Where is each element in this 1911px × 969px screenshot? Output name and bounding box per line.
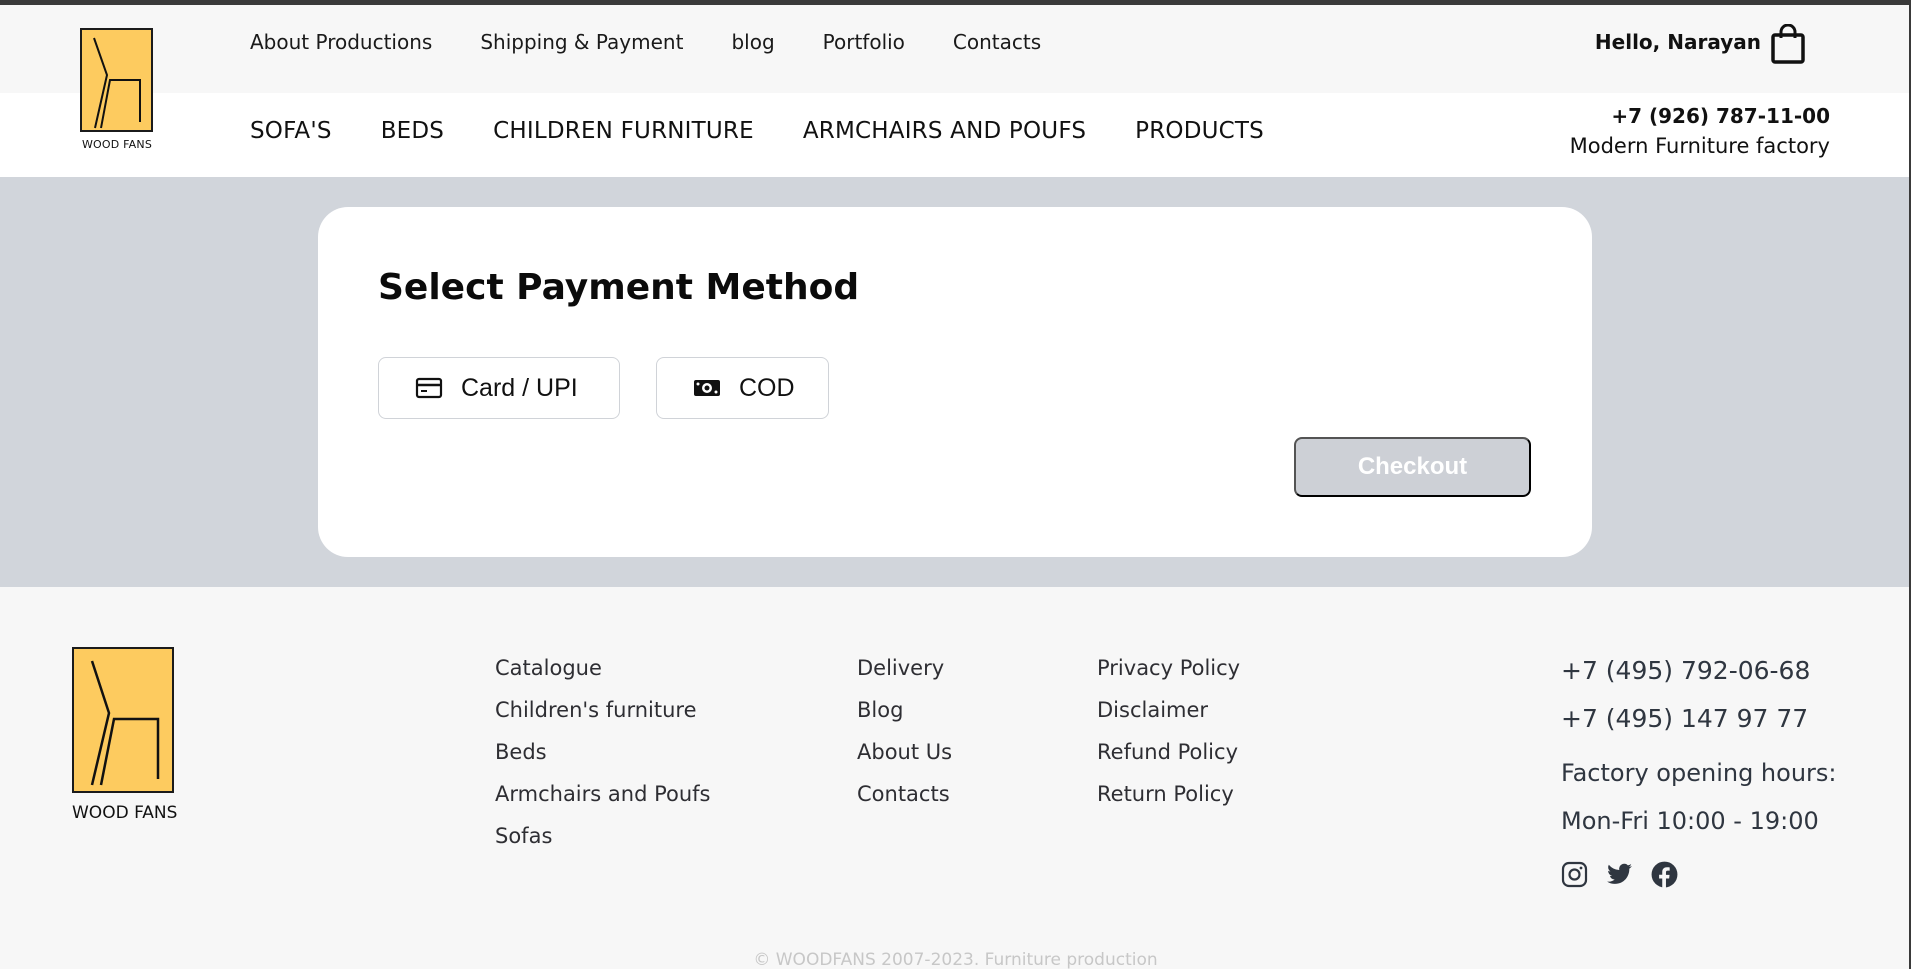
nav-blog[interactable]: blog [731, 30, 774, 54]
nav-shipping-payment[interactable]: Shipping & Payment [480, 30, 683, 54]
footer-link-childrens-furniture[interactable]: Children's furniture [495, 689, 711, 731]
header-logo[interactable]: WOOD FANS [80, 28, 154, 151]
social-links [1561, 861, 1678, 888]
nav-portfolio[interactable]: Portfolio [823, 30, 905, 54]
nav-armchairs-poufs[interactable]: ARMCHAIRS AND POUFS [803, 118, 1086, 144]
main-nav: SOFA'S BEDS CHILDREN FURNITURE ARMCHAIRS… [250, 118, 1313, 144]
nav-children-furniture[interactable]: CHILDREN FURNITURE [493, 118, 754, 144]
instagram-icon[interactable] [1561, 861, 1588, 888]
cod-button[interactable]: COD [656, 357, 829, 419]
twitter-icon[interactable] [1606, 861, 1633, 888]
footer-link-blog[interactable]: Blog [857, 689, 952, 731]
nav-contacts[interactable]: Contacts [953, 30, 1041, 54]
footer-info-links: Delivery Blog About Us Contacts [857, 647, 952, 815]
footer-link-return-policy[interactable]: Return Policy [1097, 773, 1240, 815]
footer-link-beds[interactable]: Beds [495, 731, 711, 773]
card-upi-button[interactable]: Card / UPI [378, 357, 620, 419]
chair-logo-icon [72, 647, 174, 793]
footer-link-privacy-policy[interactable]: Privacy Policy [1097, 647, 1240, 689]
facebook-icon[interactable] [1651, 861, 1678, 888]
footer-link-refund-policy[interactable]: Refund Policy [1097, 731, 1240, 773]
footer-link-armchairs-poufs[interactable]: Armchairs and Poufs [495, 773, 711, 815]
nav-products[interactable]: PRODUCTS [1135, 118, 1264, 144]
footer-link-contacts[interactable]: Contacts [857, 773, 952, 815]
footer-logo-text: WOOD FANS [72, 803, 178, 823]
footer-phone-2[interactable]: +7 (495) 147 97 77 [1561, 695, 1837, 743]
footer-link-about-us[interactable]: About Us [857, 731, 952, 773]
opening-hours-label: Factory opening hours: [1561, 759, 1837, 787]
cod-label: COD [739, 373, 795, 402]
chair-logo-icon [80, 28, 153, 132]
site-footer: WOOD FANS Catalogue Children's furniture… [0, 587, 1911, 969]
header-tagline: Modern Furniture factory [1569, 134, 1830, 158]
logo-text: WOOD FANS [81, 138, 152, 151]
credit-card-icon [415, 377, 443, 399]
opening-hours: Mon-Fri 10:00 - 19:00 [1561, 807, 1819, 835]
card-upi-label: Card / UPI [461, 373, 578, 402]
copyright: © WOODFANS 2007-2023. Furniture producti… [753, 950, 1158, 969]
header-phone[interactable]: +7 (926) 787-11-00 [1611, 104, 1830, 128]
user-greeting[interactable]: Hello, Narayan [1595, 30, 1761, 54]
footer-logo[interactable]: WOOD FANS [72, 647, 177, 823]
footer-policy-links: Privacy Policy Disclaimer Refund Policy … [1097, 647, 1240, 815]
nav-about-productions[interactable]: About Productions [250, 30, 432, 54]
checkout-button[interactable]: Checkout [1294, 437, 1531, 497]
footer-phone-1[interactable]: +7 (495) 792-06-68 [1561, 647, 1837, 695]
payment-card: Select Payment Method Card / UPI COD Che… [318, 207, 1592, 557]
footer-link-catalogue[interactable]: Catalogue [495, 647, 711, 689]
footer-contact: +7 (495) 792-06-68 +7 (495) 147 97 77 Fa… [1561, 647, 1837, 845]
footer-link-disclaimer[interactable]: Disclaimer [1097, 689, 1240, 731]
shopping-bag-icon[interactable] [1770, 23, 1806, 64]
cash-icon [693, 377, 721, 399]
footer-link-sofas[interactable]: Sofas [495, 815, 711, 857]
page-title: Select Payment Method [378, 267, 860, 308]
footer-catalogue-links: Catalogue Children's furniture Beds Armc… [495, 647, 711, 857]
top-nav: About Productions Shipping & Payment blo… [250, 30, 1089, 54]
nav-sofas[interactable]: SOFA'S [250, 118, 332, 144]
nav-beds[interactable]: BEDS [381, 118, 444, 144]
footer-link-delivery[interactable]: Delivery [857, 647, 952, 689]
